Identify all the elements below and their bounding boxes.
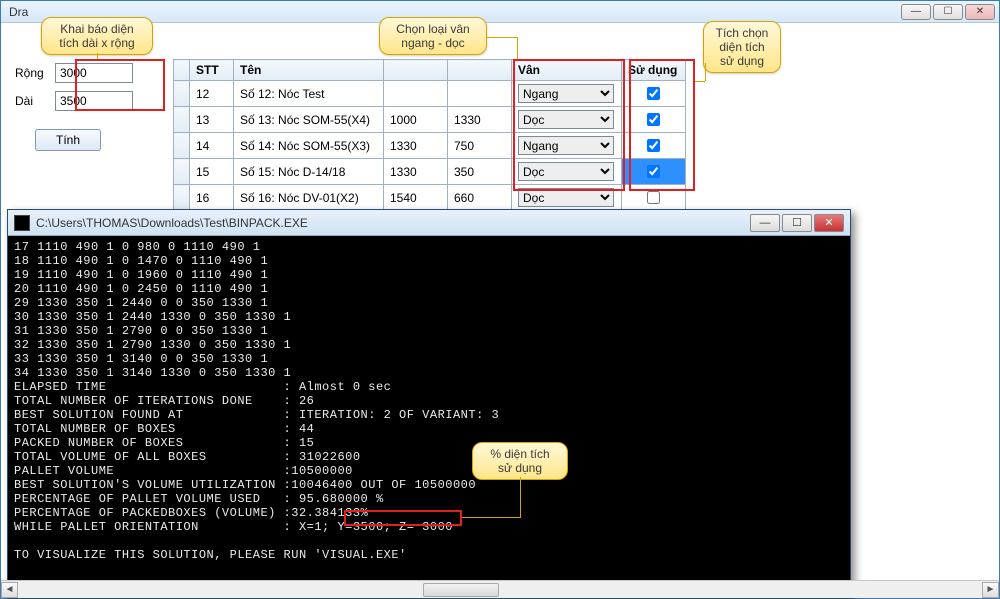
callout-line <box>517 37 518 61</box>
cell-sudung[interactable] <box>622 159 686 185</box>
tinh-button[interactable]: Tính <box>35 129 101 151</box>
cell-a[interactable] <box>384 81 448 107</box>
main-window: Dra — ☐ ✕ Khai báo diện tích dài x rộng … <box>0 0 1000 599</box>
scroll-thumb[interactable] <box>423 583 499 597</box>
cell-ten[interactable]: Số 12: Nóc Test <box>234 81 384 107</box>
rowheader <box>174 60 190 81</box>
sudung-checkbox[interactable] <box>647 165 660 178</box>
callout-line <box>97 53 98 61</box>
cell-sudung[interactable] <box>622 81 686 107</box>
cell-van[interactable]: NgangDọc <box>512 159 622 185</box>
callout-use: Tích chọn diện tích sử dụng <box>703 21 781 73</box>
col-b[interactable] <box>448 60 512 81</box>
col-van[interactable]: Vân <box>512 60 622 81</box>
van-select[interactable]: NgangDọc <box>518 84 614 103</box>
cell-a[interactable]: 1540 <box>384 185 448 211</box>
rowheader[interactable] <box>174 133 190 159</box>
close-button[interactable]: ✕ <box>965 4 995 20</box>
cell-a[interactable]: 1330 <box>384 133 448 159</box>
cell-sudung[interactable] <box>622 107 686 133</box>
rong-input[interactable] <box>55 63 133 83</box>
cell-stt[interactable]: 14 <box>190 133 234 159</box>
rowheader[interactable] <box>174 185 190 211</box>
cell-ten[interactable]: Số 14: Nóc SOM-55(X3) <box>234 133 384 159</box>
cell-stt[interactable]: 12 <box>190 81 234 107</box>
console-icon <box>14 215 30 231</box>
callout-dimensions: Khai báo diện tích dài x rộng <box>41 17 153 55</box>
scroll-left-button[interactable]: ◄ <box>1 582 18 598</box>
col-ten[interactable]: Tên <box>234 60 384 81</box>
cell-van[interactable]: NgangDọc <box>512 185 622 211</box>
callout-line <box>520 477 521 518</box>
parts-grid: STT Tên Vân Sử dụng 12Số 12: Nóc Test Nga… <box>173 59 686 211</box>
rowheader[interactable] <box>174 107 190 133</box>
cell-stt[interactable]: 13 <box>190 107 234 133</box>
cell-sudung[interactable] <box>622 185 686 211</box>
rowheader[interactable] <box>174 159 190 185</box>
console-maximize-button[interactable]: ☐ <box>782 214 812 232</box>
sudung-checkbox[interactable] <box>647 113 660 126</box>
cell-b[interactable]: 750 <box>448 133 512 159</box>
callout-percent: % diện tích sử dụng <box>472 442 568 480</box>
callout-line <box>462 517 520 518</box>
callout-line <box>487 37 517 38</box>
dai-label: Dài <box>15 94 49 108</box>
sudung-checkbox[interactable] <box>647 87 660 100</box>
horizontal-scrollbar[interactable]: ◄ ► <box>1 580 999 598</box>
cell-ten[interactable]: Số 16: Nóc DV-01(X2) <box>234 185 384 211</box>
cell-sudung[interactable] <box>622 133 686 159</box>
cell-b[interactable] <box>448 81 512 107</box>
scroll-right-button[interactable]: ► <box>982 582 999 598</box>
dimensions-panel: Rộng Dài Tính <box>15 63 155 151</box>
cell-b[interactable]: 1330 <box>448 107 512 133</box>
callout-line <box>705 63 706 81</box>
cell-stt[interactable]: 15 <box>190 159 234 185</box>
cell-b[interactable]: 660 <box>448 185 512 211</box>
van-select[interactable]: NgangDọc <box>518 162 614 181</box>
col-a[interactable] <box>384 60 448 81</box>
dai-input[interactable] <box>55 91 133 111</box>
col-stt[interactable]: STT <box>190 60 234 81</box>
sudung-checkbox[interactable] <box>647 191 660 204</box>
rowheader[interactable] <box>174 81 190 107</box>
console-titlebar: C:\Users\THOMAS\Downloads\Test\BINPACK.E… <box>8 210 850 236</box>
console-title: C:\Users\THOMAS\Downloads\Test\BINPACK.E… <box>36 216 744 230</box>
console-close-button[interactable]: ✕ <box>814 214 844 232</box>
van-select[interactable]: NgangDọc <box>518 188 614 207</box>
content-area: Khai báo diện tích dài x rộng Chọn loại … <box>1 23 999 598</box>
cell-van[interactable]: NgangDọc <box>512 133 622 159</box>
cell-van[interactable]: NgangDọc <box>512 81 622 107</box>
scroll-track[interactable] <box>18 582 982 598</box>
cell-van[interactable]: NgangDọc <box>512 107 622 133</box>
van-select[interactable]: NgangDọc <box>518 110 614 129</box>
window-buttons: — ☐ ✕ <box>901 4 995 20</box>
cell-a[interactable]: 1000 <box>384 107 448 133</box>
cell-ten[interactable]: Số 13: Nóc SOM-55(X4) <box>234 107 384 133</box>
sudung-checkbox[interactable] <box>647 139 660 152</box>
cell-ten[interactable]: Số 15: Nóc D-14/18 <box>234 159 384 185</box>
rong-label: Rộng <box>15 66 49 80</box>
cell-b[interactable]: 350 <box>448 159 512 185</box>
minimize-button[interactable]: — <box>901 4 931 20</box>
console-window: C:\Users\THOMAS\Downloads\Test\BINPACK.E… <box>7 209 851 599</box>
van-select[interactable]: NgangDọc <box>518 136 614 155</box>
console-output: 17 1110 490 1 0 980 0 1110 490 1 18 1110… <box>8 236 850 566</box>
callout-line <box>693 81 705 82</box>
maximize-button[interactable]: ☐ <box>933 4 963 20</box>
console-minimize-button[interactable]: — <box>750 214 780 232</box>
cell-a[interactable]: 1330 <box>384 159 448 185</box>
col-sd[interactable]: Sử dụng <box>622 60 686 81</box>
cell-stt[interactable]: 16 <box>190 185 234 211</box>
callout-van: Chọn loại vân ngang - dọc <box>379 17 487 55</box>
